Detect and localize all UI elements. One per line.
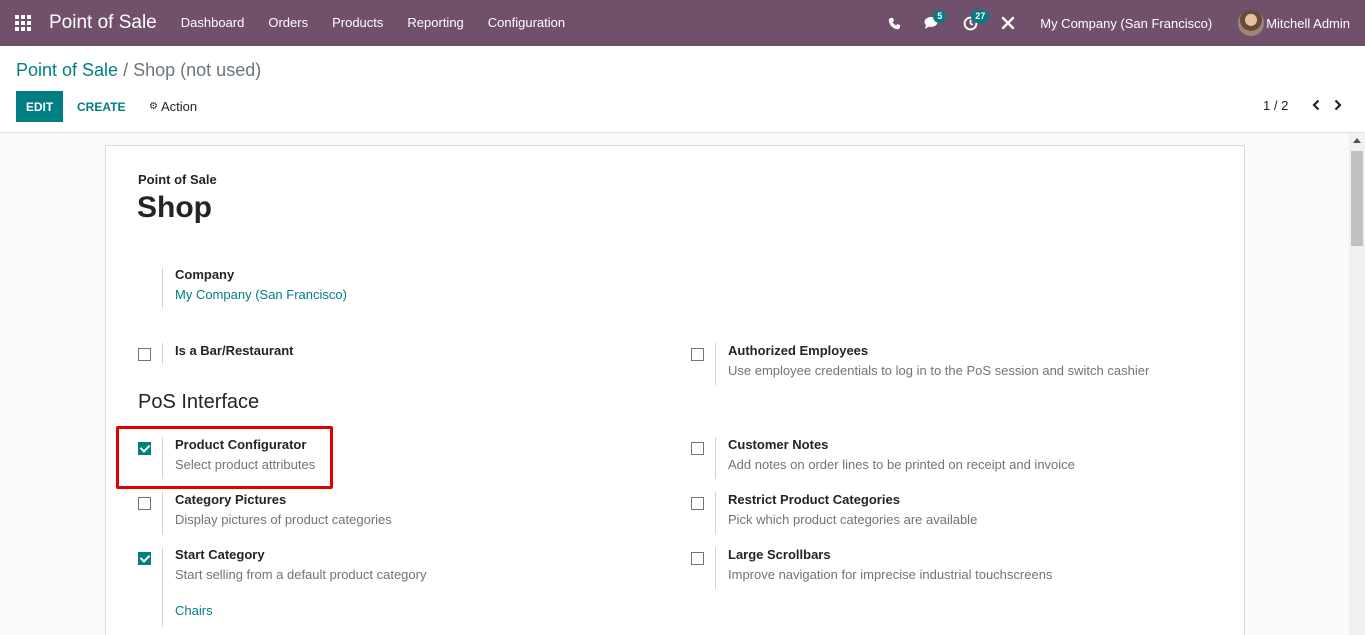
customer-notes-setting: Customer Notes Add notes on order lines … — [715, 437, 1075, 479]
start-category-setting: Start Category Start selling from a defa… — [162, 547, 426, 627]
app-brand[interactable]: Point of Sale — [49, 12, 157, 34]
menu-configuration[interactable]: Configuration — [476, 0, 577, 46]
record-name: Shop — [137, 191, 212, 224]
pager-next-button[interactable] — [1331, 97, 1345, 113]
menu-orders[interactable]: Orders — [256, 0, 320, 46]
breadcrumb-current: Shop (not used) — [133, 60, 262, 80]
customer-notes-checkbox[interactable] — [691, 442, 704, 455]
phone-icon[interactable] — [875, 0, 913, 46]
edit-button[interactable]: EDIT — [16, 91, 63, 122]
pager-previous-button[interactable] — [1309, 97, 1323, 113]
highlight-annotation-box — [116, 426, 333, 489]
messages-count-badge: 5 — [933, 10, 947, 23]
apps-menu-icon[interactable] — [0, 0, 46, 46]
large-scrollbars-checkbox[interactable] — [691, 552, 704, 565]
authorized-employees-setting: Authorized Employees Use employee creden… — [715, 343, 1149, 385]
action-label: Action — [160, 99, 198, 114]
customer-notes-desc: Add notes on order lines to be printed o… — [728, 457, 1075, 472]
company-value-link[interactable]: My Company (San Francisco) — [175, 287, 347, 303]
category-pictures-checkbox[interactable] — [138, 497, 151, 510]
user-name: Mitchell Admin — [1266, 15, 1350, 31]
category-pictures-setting: Category Pictures Display pictures of pr… — [162, 492, 392, 534]
menu-reporting[interactable]: Reporting — [395, 0, 475, 46]
activities-clock-icon[interactable]: 27 — [951, 0, 990, 46]
breadcrumb-separator: / — [123, 60, 129, 80]
is-bar-checkbox[interactable] — [138, 348, 151, 361]
authorized-employees-title: Authorized Employees — [728, 343, 869, 358]
chevron-right-icon — [1334, 99, 1342, 111]
vertical-scrollbar[interactable] — [1349, 133, 1365, 635]
action-dropdown-button[interactable]: ⚙ Action — [149, 91, 197, 122]
menu-products[interactable]: Products — [320, 0, 395, 46]
activities-count-badge: 27 — [971, 10, 990, 23]
company-label: Company — [175, 267, 235, 282]
messages-icon[interactable]: 5 — [913, 0, 951, 46]
category-pictures-title: Category Pictures — [175, 492, 287, 507]
is-bar-title: Is a Bar/Restaurant — [175, 343, 294, 358]
scroll-up-arrow-icon[interactable] — [1353, 138, 1361, 143]
company-switcher[interactable]: My Company (San Francisco) — [1027, 16, 1238, 31]
is-bar-setting: Is a Bar/Restaurant — [162, 343, 294, 365]
form-sheet: Point of Sale Shop Company My Company (S… — [105, 145, 1245, 635]
user-avatar — [1238, 10, 1265, 36]
restrict-categories-checkbox[interactable] — [691, 497, 704, 510]
menu-dashboard[interactable]: Dashboard — [169, 0, 257, 46]
create-button[interactable]: CREATE — [72, 91, 130, 122]
control-panel: Point of Sale / Shop (not used) EDIT CRE… — [0, 46, 1365, 133]
authorized-employees-checkbox[interactable] — [691, 348, 704, 361]
pager-value[interactable]: 1 / 2 — [1263, 98, 1288, 113]
top-navbar: Point of Sale Dashboard Orders Products … — [0, 0, 1365, 46]
chevron-left-icon — [1312, 99, 1320, 111]
restrict-categories-setting: Restrict Product Categories Pick which p… — [715, 492, 977, 534]
start-category-checkbox[interactable] — [138, 552, 151, 565]
large-scrollbars-setting: Large Scrollbars Improve navigation for … — [715, 547, 1052, 589]
gear-icon: ⚙ — [149, 101, 158, 112]
start-category-value-link[interactable]: Chairs — [175, 603, 426, 619]
authorized-employees-desc: Use employee credentials to log in to th… — [728, 363, 1150, 378]
user-menu[interactable]: Mitchell Admin — [1238, 10, 1365, 36]
start-category-title: Start Category — [175, 547, 265, 562]
start-category-desc: Start selling from a default product cat… — [175, 567, 427, 582]
pos-interface-heading: PoS Interface — [138, 391, 260, 413]
breadcrumb: Point of Sale / Shop (not used) — [16, 60, 261, 81]
scrollbar-thumb[interactable] — [1351, 151, 1363, 246]
large-scrollbars-desc: Improve navigation for imprecise industr… — [728, 567, 1053, 582]
form-view-content: Point of Sale Shop Company My Company (S… — [0, 133, 1365, 635]
category-pictures-desc: Display pictures of product categories — [175, 512, 392, 527]
customer-notes-title: Customer Notes — [728, 437, 829, 452]
company-field: Company My Company (San Francisco) — [162, 267, 347, 309]
large-scrollbars-title: Large Scrollbars — [728, 547, 831, 562]
restrict-categories-title: Restrict Product Categories — [728, 492, 900, 507]
debug-tools-icon[interactable] — [989, 0, 1027, 46]
app-label: Point of Sale — [138, 172, 217, 187]
breadcrumb-parent-link[interactable]: Point of Sale — [16, 60, 118, 80]
restrict-categories-desc: Pick which product categories are availa… — [728, 512, 978, 527]
